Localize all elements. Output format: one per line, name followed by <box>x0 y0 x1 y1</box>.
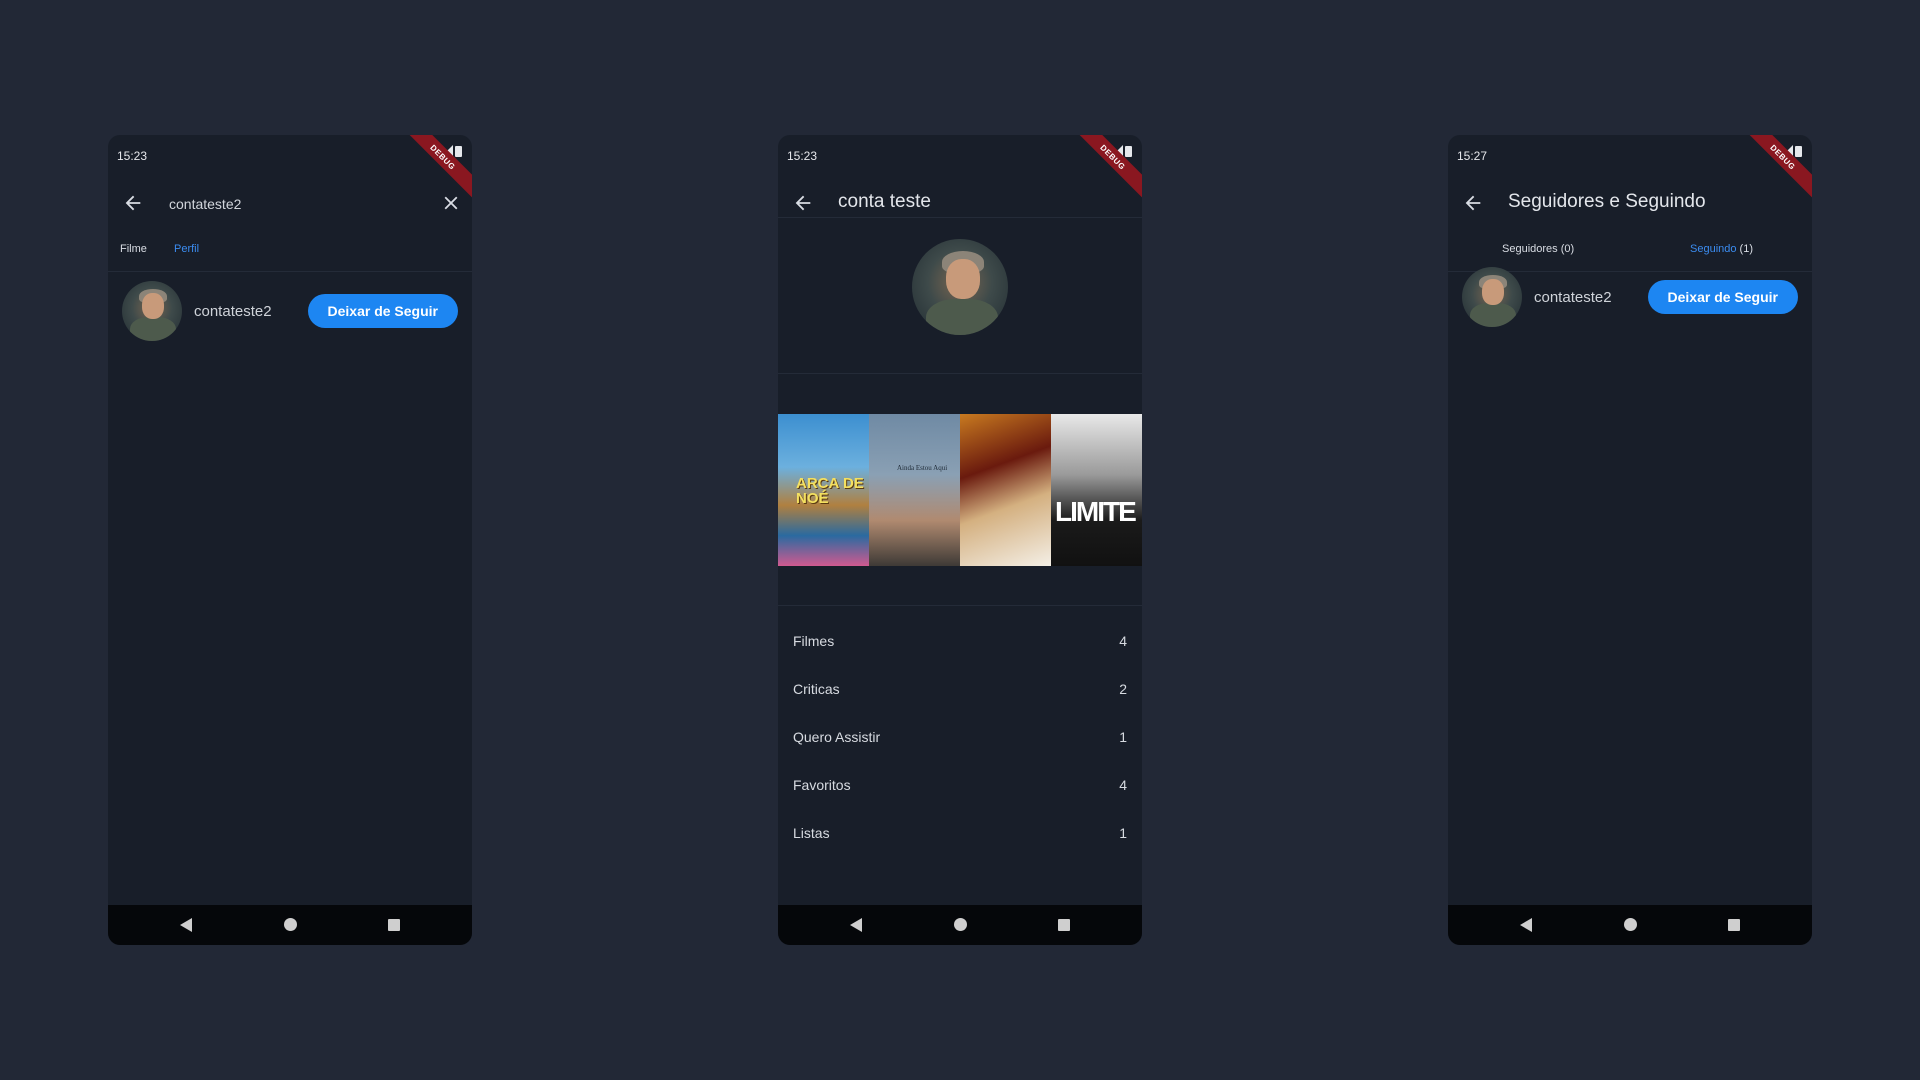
system-nav-bar <box>778 905 1142 945</box>
close-icon[interactable] <box>440 192 462 214</box>
stat-row-listas[interactable]: Listas 1 <box>778 811 1142 859</box>
tab-perfil[interactable]: Perfil <box>174 243 199 255</box>
nav-recents-icon[interactable] <box>1728 919 1740 931</box>
avatar <box>1462 267 1522 327</box>
poster-limite[interactable]: LIMITE <box>1051 414 1142 566</box>
stat-label: Filmes <box>793 633 835 649</box>
tab-seguidores[interactable]: Seguidores (0) <box>1502 243 1574 255</box>
search-input[interactable]: contateste2 <box>169 196 241 212</box>
favorite-posters: ARCA DE NOÉ Ainda Estou Aqui LIMITE <box>778 414 1142 566</box>
stat-row-criticas[interactable]: Criticas 2 <box>778 667 1142 715</box>
search-screen: 15:23 DEBUG contateste2 Filme Perfil con… <box>108 135 472 945</box>
user-result-row[interactable]: contateste2 Deixar de Seguir <box>108 276 472 346</box>
poster-title: Ainda Estou Aqui <box>897 464 948 472</box>
poster-arca-de-noe[interactable]: ARCA DE NOÉ <box>778 414 869 566</box>
status-time: 15:23 <box>787 149 818 163</box>
tab-seguindo-label: Seguindo <box>1690 243 1737 255</box>
battery-icon <box>1795 146 1802 157</box>
followers-app-bar: Seguidores e Seguindo <box>1448 175 1812 231</box>
profile-app-bar: conta teste <box>778 175 1142 231</box>
search-tabs: Filme Perfil <box>108 231 472 272</box>
tab-seguindo[interactable]: Seguindo (1) <box>1690 243 1753 255</box>
stat-label: Listas <box>793 825 830 841</box>
status-bar: 15:23 DEBUG <box>108 135 472 202</box>
stat-label: Quero Assistir <box>793 729 881 745</box>
system-nav-bar <box>108 905 472 945</box>
stat-value: 4 <box>1119 633 1127 649</box>
divider <box>778 373 1142 374</box>
nav-recents-icon[interactable] <box>388 919 400 931</box>
status-time: 15:27 <box>1457 149 1488 163</box>
avatar <box>122 281 182 341</box>
unfollow-button[interactable]: Deixar de Seguir <box>307 294 458 328</box>
nav-recents-icon[interactable] <box>1058 919 1070 931</box>
profile-screen: 15:23 DEBUG conta teste ARCA DE NOÉ Aind… <box>778 135 1142 945</box>
system-nav-bar <box>1448 905 1812 945</box>
poster-ainda-estou-aqui[interactable]: Ainda Estou Aqui <box>869 414 960 566</box>
stat-label: Favoritos <box>793 777 851 793</box>
stat-row-filmes[interactable]: Filmes 4 <box>778 619 1142 667</box>
stat-value: 1 <box>1119 729 1127 745</box>
tab-filme[interactable]: Filme <box>120 243 147 255</box>
page-title: Seguidores e Seguindo <box>1508 191 1706 212</box>
username: contateste2 <box>194 303 272 320</box>
nav-home-icon[interactable] <box>1624 918 1637 931</box>
username: contateste2 <box>1534 289 1612 306</box>
status-time: 15:23 <box>117 149 148 163</box>
stat-value: 1 <box>1119 825 1127 841</box>
tab-seguindo-count: (1) <box>1736 243 1753 255</box>
stat-value: 2 <box>1119 681 1127 697</box>
nav-back-icon[interactable] <box>850 918 862 932</box>
nav-back-icon[interactable] <box>180 918 192 932</box>
status-bar: 15:23 DEBUG <box>778 135 1142 202</box>
followers-screen: 15:27 DEBUG Seguidores e Seguindo Seguid… <box>1448 135 1812 945</box>
back-arrow-icon[interactable] <box>1462 192 1484 214</box>
user-result-row[interactable]: contateste2 Deixar de Seguir <box>1448 263 1812 333</box>
page-title: conta teste <box>838 191 931 212</box>
nav-home-icon[interactable] <box>284 918 297 931</box>
search-app-bar: contateste2 <box>108 175 472 231</box>
unfollow-button[interactable]: Deixar de Seguir <box>1647 280 1798 314</box>
nav-back-icon[interactable] <box>1520 918 1532 932</box>
poster-title: LIMITE <box>1055 496 1137 527</box>
stat-value: 4 <box>1119 777 1127 793</box>
stat-row-favoritos[interactable]: Favoritos 4 <box>778 763 1142 811</box>
divider <box>778 217 1142 218</box>
nav-home-icon[interactable] <box>954 918 967 931</box>
status-bar: 15:27 DEBUG <box>1448 135 1812 202</box>
back-arrow-icon[interactable] <box>792 192 814 214</box>
poster-movie[interactable] <box>960 414 1051 566</box>
divider <box>778 605 1142 606</box>
battery-icon <box>1125 146 1132 157</box>
back-arrow-icon[interactable] <box>122 192 144 214</box>
poster-title: ARCA DE NOÉ <box>796 475 864 507</box>
stat-label: Criticas <box>793 681 840 697</box>
stat-row-quero-assistir[interactable]: Quero Assistir 1 <box>778 715 1142 763</box>
battery-icon <box>455 146 462 157</box>
profile-avatar <box>912 239 1008 335</box>
